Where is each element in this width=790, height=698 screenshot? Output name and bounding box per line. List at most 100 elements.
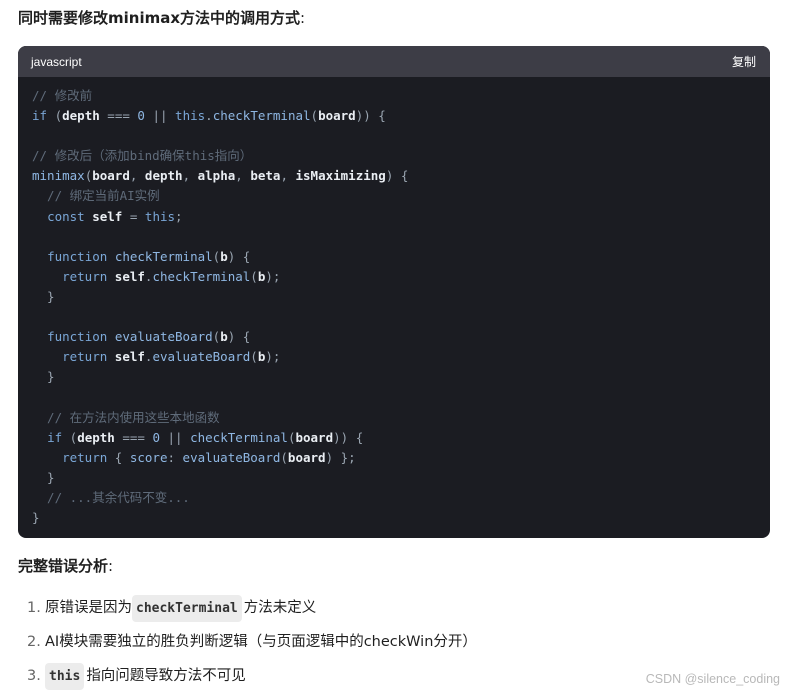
analysis-item-text: 方法未定义 bbox=[243, 600, 317, 616]
code-token: } bbox=[32, 369, 55, 385]
code-token: depth bbox=[62, 108, 100, 124]
code-token: b bbox=[220, 329, 228, 345]
code-token: )) { bbox=[355, 108, 386, 124]
code-token: // 修改前 bbox=[32, 88, 93, 103]
code-token: , bbox=[129, 168, 145, 184]
code-token: ( bbox=[310, 108, 319, 124]
code-token: b bbox=[220, 248, 228, 264]
watermark: CSDN @silence_coding bbox=[645, 672, 780, 686]
code-token: , bbox=[235, 168, 251, 184]
code-token: } bbox=[32, 469, 55, 485]
analysis-item-number: 3. bbox=[27, 668, 41, 684]
inline-code: checkTerminal bbox=[132, 595, 242, 622]
analysis-item-number: 1. bbox=[27, 600, 41, 616]
heading-colon: : bbox=[300, 9, 306, 27]
code-token: ) { bbox=[385, 168, 409, 184]
code-line: } bbox=[32, 367, 770, 387]
code-token: ; bbox=[175, 208, 183, 224]
code-token: { bbox=[107, 449, 130, 465]
code-body: // 修改前 if (depth === 0 || this.checkTermi… bbox=[18, 77, 770, 528]
code-token: ); bbox=[265, 268, 281, 284]
code-token: ) }; bbox=[325, 449, 356, 465]
code-token: ( bbox=[280, 449, 288, 465]
code-token: === bbox=[99, 108, 138, 124]
code-line: } bbox=[32, 508, 770, 528]
code-line: const self = this; bbox=[32, 207, 770, 227]
code-token: . bbox=[205, 108, 213, 124]
code-line: // 绑定当前AI实例 bbox=[32, 186, 770, 206]
code-line: minimax(board, depth, alpha, beta, isMax… bbox=[32, 166, 770, 186]
code-token: = bbox=[122, 208, 145, 224]
code-token: } bbox=[32, 509, 40, 525]
code-line: return self.checkTerminal(b); bbox=[32, 267, 770, 287]
inline-code: this bbox=[45, 663, 85, 690]
code-token: : bbox=[167, 449, 183, 465]
code-token: this bbox=[144, 208, 176, 224]
code-token: || bbox=[144, 108, 176, 124]
analysis-item: 3. this 指向问题导致方法不可见 bbox=[27, 663, 477, 690]
code-line: function checkTerminal(b) { bbox=[32, 247, 770, 267]
code-line: if (depth === 0 || this.checkTerminal(bo… bbox=[32, 106, 770, 126]
code-token: 0 bbox=[152, 429, 160, 445]
code-line: // 修改后（添加bind确保this指向） bbox=[32, 146, 770, 166]
code-token: board bbox=[92, 168, 130, 184]
code-token: , bbox=[280, 168, 296, 184]
code-token: function bbox=[47, 248, 108, 264]
code-token: const bbox=[47, 208, 85, 224]
code-line: if (depth === 0 || checkTerminal(board))… bbox=[32, 428, 770, 448]
analysis-title-text: 完整错误分析 bbox=[18, 557, 109, 575]
code-header: javascript 复制 bbox=[18, 46, 770, 77]
analysis-item: 2. AI模块需要独立的胜负判断逻辑（与页面逻辑中的checkWin分开） bbox=[27, 630, 477, 655]
code-token: return bbox=[62, 449, 108, 465]
code-token: score bbox=[129, 449, 168, 465]
code-token: // 绑定当前AI实例 bbox=[32, 188, 160, 204]
code-line: } bbox=[32, 468, 770, 488]
code-token: minimax bbox=[32, 168, 85, 184]
code-token: // 在方法内使用这些本地函数 bbox=[32, 409, 220, 425]
code-token: checkTerminal bbox=[152, 268, 251, 284]
code-line: // ...其余代码不变... bbox=[32, 488, 770, 508]
code-line: return self.evaluateBoard(b); bbox=[32, 347, 770, 367]
code-token: // ...其余代码不变... bbox=[32, 489, 190, 505]
code-token: beta bbox=[250, 168, 281, 184]
code-token: if bbox=[47, 429, 63, 445]
heading-text: 同时需要修改minimax方法中的调用方式 bbox=[18, 9, 301, 27]
code-token: return bbox=[62, 349, 108, 365]
code-token: // 修改后（添加bind确保this指向） bbox=[32, 148, 253, 164]
code-token: ( bbox=[250, 268, 258, 284]
code-token: ) { bbox=[227, 248, 251, 264]
code-token: ( bbox=[47, 108, 63, 124]
code-token: function bbox=[47, 329, 108, 345]
copy-button[interactable]: 复制 bbox=[732, 53, 756, 70]
code-token: 0 bbox=[137, 108, 145, 124]
code-token: return bbox=[62, 268, 108, 284]
analysis-item-text: AI模块需要独立的胜负判断逻辑（与页面逻辑中的checkWin分开） bbox=[45, 634, 477, 650]
analysis-item-number: 2. bbox=[27, 634, 41, 650]
code-token: checkTerminal bbox=[114, 248, 213, 264]
code-language-label: javascript bbox=[31, 54, 82, 69]
code-token: ); bbox=[265, 349, 281, 365]
code-token: ( bbox=[250, 349, 258, 365]
code-token: depth bbox=[77, 429, 115, 445]
page-heading: 同时需要修改minimax方法中的调用方式: bbox=[18, 8, 305, 28]
code-token: checkTerminal bbox=[190, 429, 288, 445]
code-token: === bbox=[114, 429, 153, 445]
code-token: board bbox=[287, 449, 326, 465]
analysis-title: 完整错误分析: bbox=[18, 556, 113, 576]
code-token: checkTerminal bbox=[212, 108, 311, 124]
code-token: alpha bbox=[197, 168, 236, 184]
code-token: ( bbox=[62, 429, 78, 445]
analysis-item: 1. 原错误是因为 checkTerminal 方法未定义 bbox=[27, 595, 477, 622]
